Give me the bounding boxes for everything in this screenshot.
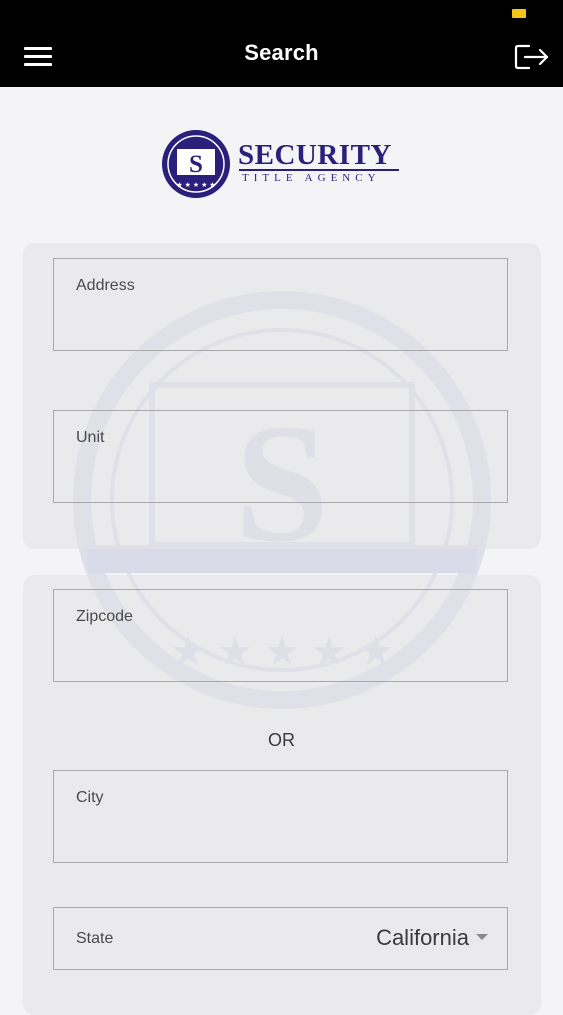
unit-field[interactable]: Unit	[53, 410, 508, 503]
company-logo: S ★ ★ ★ ★ ★ SECURITY TITLE AGENCY	[160, 128, 405, 200]
battery-icon	[512, 9, 526, 18]
svg-text:S: S	[189, 151, 203, 178]
address-label: Address	[76, 277, 135, 294]
city-label: City	[76, 789, 104, 806]
or-separator: OR	[268, 730, 295, 750]
logo-tagline: TITLE AGENCY	[242, 172, 381, 184]
logout-icon[interactable]	[513, 40, 551, 74]
logo-brand-text: SECURITY	[238, 139, 392, 171]
zipcode-field[interactable]: Zipcode	[53, 589, 508, 682]
state-select[interactable]: State California	[53, 907, 508, 970]
svg-text:★ ★ ★ ★ ★: ★ ★ ★ ★ ★	[176, 181, 215, 189]
page-title: Search	[244, 40, 319, 65]
top-app-bar: Search	[0, 0, 563, 87]
unit-label: Unit	[76, 429, 105, 446]
chevron-down-icon	[476, 934, 488, 940]
logo-emblem-icon: S ★ ★ ★ ★ ★	[162, 130, 230, 198]
city-field[interactable]: City	[53, 770, 508, 863]
state-value: California	[376, 925, 469, 950]
address-field[interactable]: Address	[53, 258, 508, 351]
state-label: State	[76, 930, 114, 947]
zipcode-label: Zipcode	[76, 608, 133, 625]
